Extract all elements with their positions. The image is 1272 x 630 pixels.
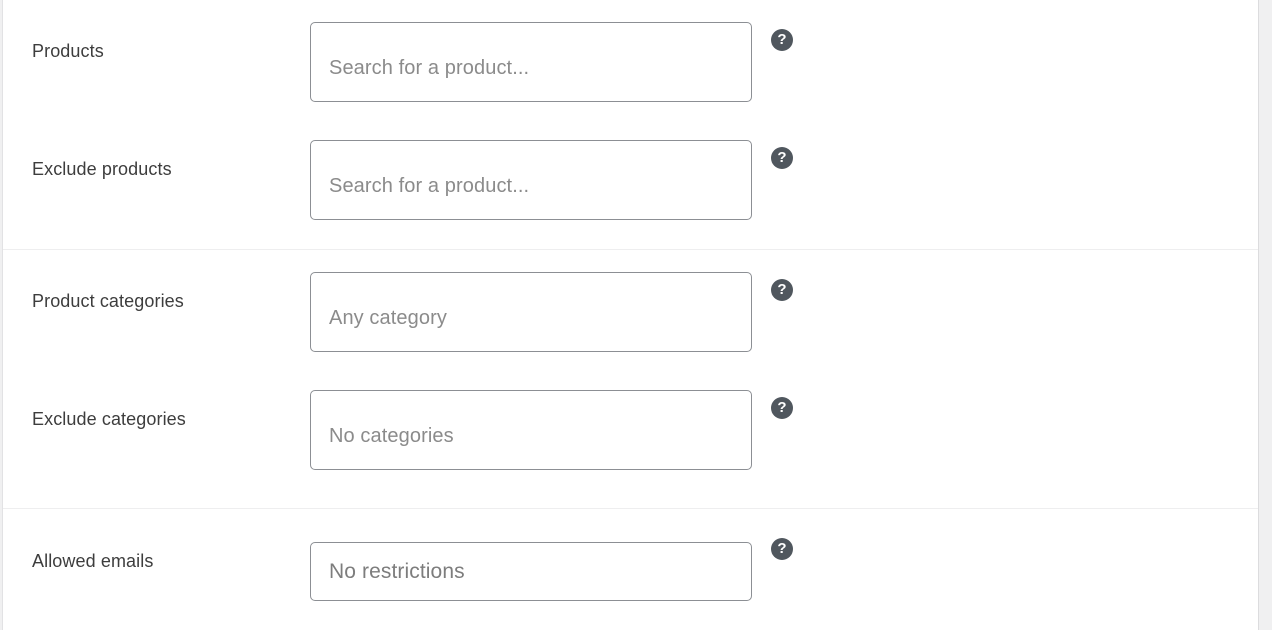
label-allowed-emails: Allowed emails xyxy=(32,551,154,571)
exclude-categories-placeholder: No categories xyxy=(329,425,454,447)
help-tip-icon[interactable]: ? xyxy=(771,279,793,301)
exclude-categories-multiselect[interactable]: No categories xyxy=(310,390,752,470)
label-exclude-products: Exclude products xyxy=(32,159,172,179)
products-multiselect[interactable]: Search for a product... xyxy=(310,22,752,102)
help-tip-icon[interactable]: ? xyxy=(771,29,793,51)
field-row-products: Products Search for a product... ? xyxy=(3,0,1258,118)
help-wrap-products: ? xyxy=(752,22,812,51)
product-categories-placeholder: Any category xyxy=(329,307,447,329)
label-products: Products xyxy=(32,41,104,61)
help-wrap-allowed-emails: ? xyxy=(752,538,812,560)
allowed-emails-input[interactable]: No restrictions xyxy=(310,542,752,601)
usage-restriction-panel: Products Search for a product... ? Exclu… xyxy=(2,0,1259,630)
product-categories-multiselect[interactable]: Any category xyxy=(310,272,752,352)
field-row-product-categories: Product categories Any category ? xyxy=(3,250,1258,368)
field-row-exclude-products: Exclude products Search for a product...… xyxy=(3,118,1258,236)
help-tip-icon[interactable]: ? xyxy=(771,538,793,560)
help-wrap-exclude-categories: ? xyxy=(752,390,812,419)
field-row-exclude-categories: Exclude categories No categories ? xyxy=(3,368,1258,486)
allowed-emails-placeholder: No restrictions xyxy=(329,559,465,583)
help-tip-icon[interactable]: ? xyxy=(771,147,793,169)
help-wrap-exclude-products: ? xyxy=(752,140,812,169)
products-placeholder: Search for a product... xyxy=(329,57,530,79)
exclude-products-placeholder: Search for a product... xyxy=(329,175,530,197)
section-allowed-emails: Allowed emails No restrictions ? xyxy=(3,508,1258,630)
help-wrap-product-categories: ? xyxy=(752,272,812,301)
section-products: Products Search for a product... ? Exclu… xyxy=(3,0,1258,249)
help-tip-icon[interactable]: ? xyxy=(771,397,793,419)
label-exclude-categories: Exclude categories xyxy=(32,409,186,429)
section-categories: Product categories Any category ? Exclud… xyxy=(3,249,1258,508)
exclude-products-multiselect[interactable]: Search for a product... xyxy=(310,140,752,220)
field-row-allowed-emails: Allowed emails No restrictions ? xyxy=(3,509,1258,630)
label-product-categories: Product categories xyxy=(32,291,184,311)
